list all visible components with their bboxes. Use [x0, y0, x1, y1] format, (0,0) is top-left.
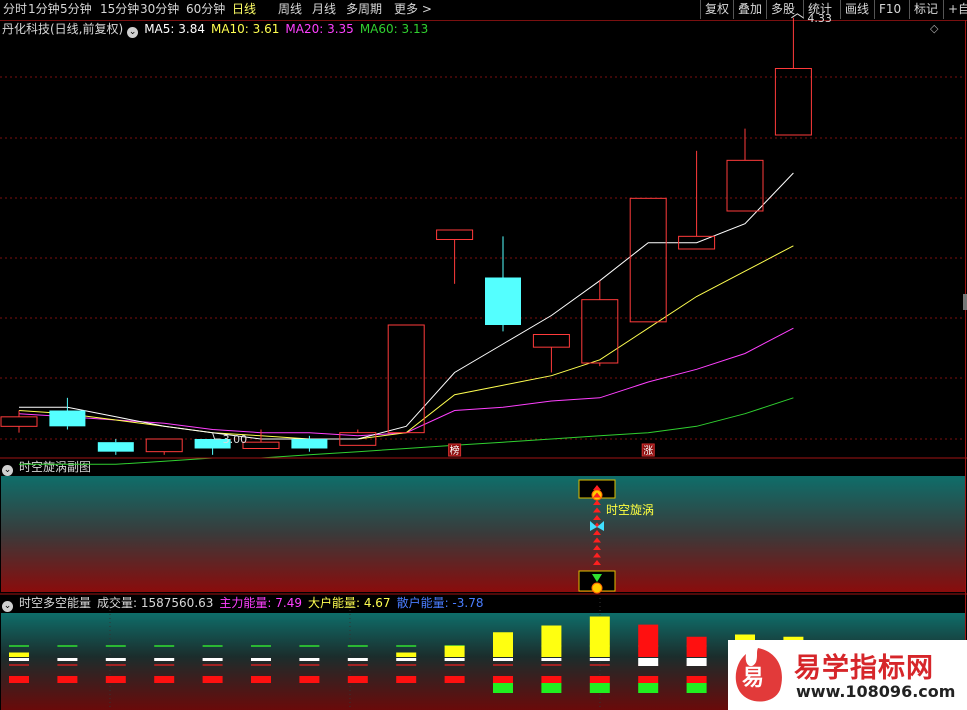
energy-yellow-bar [396, 652, 417, 657]
ma10-line [18, 245, 794, 440]
energy-bottom-red [396, 676, 417, 683]
energy-bottom-green [589, 683, 610, 693]
low-price-label: 3.00 [223, 433, 248, 446]
coin-icon [591, 582, 603, 594]
energy-white-bar [347, 658, 368, 661]
energy-bottom-green [686, 683, 707, 693]
energy-bottom-red [541, 676, 562, 683]
candle-body [532, 333, 570, 348]
energy-bottom-red [444, 676, 465, 683]
energy-white-bar [299, 658, 320, 661]
high-marker [791, 13, 804, 19]
candle-body [436, 229, 474, 240]
candle-body [145, 438, 183, 453]
candle-body [0, 416, 38, 427]
ma20-line [18, 327, 794, 437]
energy-red-bar [686, 636, 707, 657]
candle-body [291, 439, 328, 449]
energy-white-bar [9, 658, 29, 661]
energy-yellow-bar [541, 625, 562, 657]
energy-white-bar [202, 658, 223, 661]
energy-bottom-red [686, 676, 707, 683]
badge-right: 涨 [643, 445, 653, 457]
energy-bottom-red [105, 676, 126, 683]
candle-body [726, 159, 764, 212]
energy-bottom-red [589, 676, 610, 683]
high-price-label: 4.33 [807, 12, 832, 25]
energy-bottom-red [9, 676, 29, 683]
energy-white-bar [251, 658, 271, 661]
energy-yellow-bar [589, 616, 610, 657]
ma60-line [19, 397, 794, 465]
candle-body [49, 410, 86, 427]
watermark-logo: 易 易学指标网 www.108096.com [728, 640, 967, 710]
candle-body [242, 441, 280, 450]
sub-panel-bg [1, 476, 965, 592]
candle-body [629, 197, 667, 323]
candle-body [387, 324, 425, 434]
energy-white-bar [154, 658, 175, 661]
vortex-label: 时空旋涡 [606, 503, 654, 517]
energy-white-bar [589, 658, 610, 661]
logo-url: www.108096.com [796, 682, 956, 701]
energy-bottom-red [154, 676, 175, 683]
energy-white-bar [444, 658, 465, 661]
energy-bottom-red [493, 676, 513, 683]
energy-bottom-red [57, 676, 78, 683]
energy-white-bar [396, 658, 417, 661]
energy-white-bar [686, 658, 707, 666]
energy-yellow-bar [9, 652, 29, 657]
logo-glyph: 易 [742, 666, 765, 691]
energy-bottom-green [493, 683, 513, 693]
energy-white-bar [493, 658, 513, 661]
logo-title: 易学指标网 [794, 653, 934, 684]
badge-left: 榜 [450, 444, 460, 457]
energy-bottom-red [251, 676, 271, 683]
energy-white-bar [57, 658, 78, 661]
energy-white-bar [105, 658, 126, 661]
candle-body [97, 442, 134, 452]
energy-yellow-bar [493, 632, 513, 657]
energy-bottom-red [347, 676, 368, 683]
energy-bottom-red [202, 676, 223, 683]
energy-bottom-red [299, 676, 320, 683]
candle-body [485, 277, 521, 325]
chart-canvas[interactable]: 4.33 3.00 榜 涨 时空旋涡 [0, 0, 967, 710]
candle-body [581, 299, 619, 364]
energy-white-bar [638, 658, 659, 666]
energy-bottom-red [638, 676, 659, 683]
energy-bottom-green [638, 683, 659, 693]
energy-yellow-bar [444, 645, 465, 657]
energy-bottom-green [541, 683, 562, 693]
energy-red-bar [638, 624, 659, 657]
ma5-line [19, 172, 794, 440]
energy-white-bar [541, 658, 562, 661]
candle-body [774, 67, 812, 136]
